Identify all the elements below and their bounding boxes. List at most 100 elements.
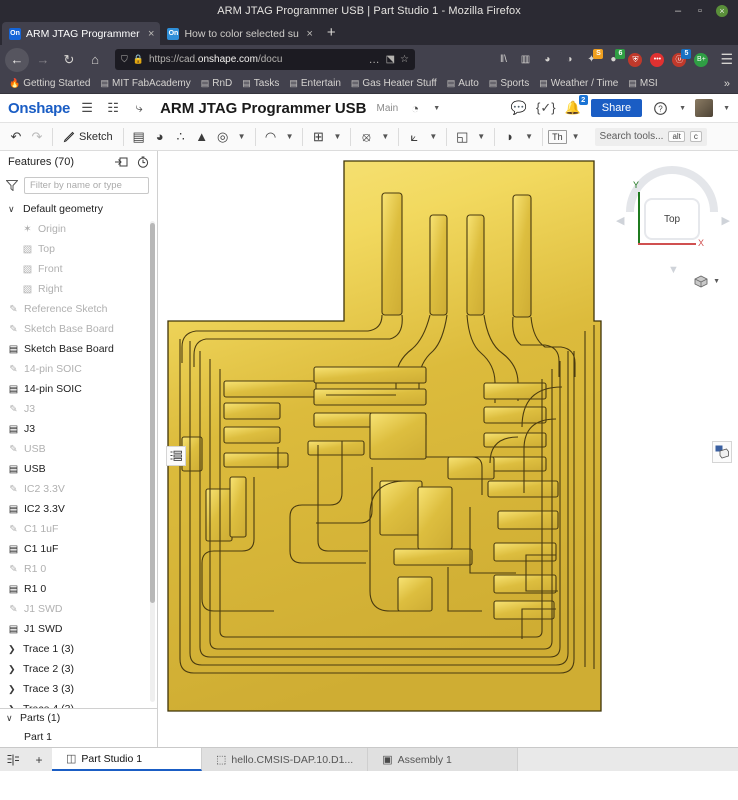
view-cube-home-button[interactable]: ▼ xyxy=(694,275,720,288)
feature-item-sketch-c1-1uf[interactable]: ✎ C1 1uF xyxy=(0,519,157,539)
feature-list-toggle-button[interactable] xyxy=(166,446,186,466)
onshape-logo[interactable]: Onshape xyxy=(8,100,70,117)
chevron-down-icon[interactable]: ∨ xyxy=(8,204,18,215)
hamburger-menu-icon[interactable]: ☰ xyxy=(78,99,96,117)
extrude-tool-icon[interactable]: ▤ xyxy=(129,126,149,148)
browser-tab-2[interactable]: On How to color selected surf × xyxy=(160,22,318,45)
bookmark-star-icon[interactable]: ☆ xyxy=(400,54,409,65)
feature-item-extrude-14pin-soic[interactable]: ▤ 14-pin SOIC xyxy=(0,379,157,399)
home-icon[interactable]: ⌂ xyxy=(83,48,107,72)
address-bar[interactable]: ⛉ 🔒 https://cad.onshape.com/docu … ⬔ ☆ xyxy=(115,49,415,70)
browser-tab-1[interactable]: On ARM JTAG Programmer US × xyxy=(2,22,161,45)
insert-branch-icon[interactable]: ⤷ xyxy=(130,99,148,117)
feature-item-sketch-r1-0[interactable]: ✎ R1 0 xyxy=(0,559,157,579)
page-actions-icon[interactable]: … xyxy=(369,54,381,66)
feature-item-extrude-base-board[interactable]: ▤ Sketch Base Board xyxy=(0,339,157,359)
feature-item-default-geometry[interactable]: ∨ Default geometry xyxy=(0,199,157,219)
chevron-right-icon[interactable]: ❯ xyxy=(8,704,18,709)
tab-manager-icon[interactable] xyxy=(0,748,26,771)
undo-icon[interactable]: ↶ xyxy=(6,126,26,148)
add-tab-button[interactable]: + xyxy=(26,748,52,771)
grammarly-icon[interactable]: B+ xyxy=(692,51,710,69)
chevron-down-icon[interactable]: ∨ xyxy=(6,713,16,724)
parts-header[interactable]: ∨ Parts (1) xyxy=(0,709,157,727)
feature-item-extrude-j3[interactable]: ▤ J3 xyxy=(0,419,157,439)
shell-chevron-down-icon[interactable]: ▼ xyxy=(473,132,489,141)
draft-chevron-down-icon[interactable]: ▼ xyxy=(425,132,441,141)
feature-item-trace-1[interactable]: ❯ Trace 1 (3) xyxy=(0,639,157,659)
account-icon[interactable]: ◕ xyxy=(538,51,556,69)
feature-item-top[interactable]: ▧ Top xyxy=(0,239,157,259)
feature-item-sketch-ic2-3v3[interactable]: ✎ IC2 3.3V xyxy=(0,479,157,499)
boolean-tool-icon[interactable]: ⦻ xyxy=(356,126,376,148)
branch-label[interactable]: Main xyxy=(377,103,399,114)
filter-funnel-icon[interactable] xyxy=(6,179,18,191)
extension-6-icon[interactable]: ● 6 xyxy=(604,48,626,69)
dark-reader-icon[interactable]: ◑ xyxy=(560,51,578,69)
feature-item-sketch-base-board[interactable]: ✎ Sketch Base Board xyxy=(0,319,157,339)
fillet-tool-icon[interactable]: ◠ xyxy=(261,126,281,148)
feature-item-right[interactable]: ▧ Right xyxy=(0,279,157,299)
feature-item-sketch-j1-swd[interactable]: ✎ J1 SWD xyxy=(0,599,157,619)
pattern-tool-icon[interactable]: ⊞ xyxy=(308,126,328,148)
chevron-right-icon[interactable]: ❯ xyxy=(8,684,18,695)
hole-chevron-down-icon[interactable]: ▼ xyxy=(234,132,250,141)
search-tools-input[interactable]: Search tools... alt c xyxy=(594,127,707,146)
shell-tool-icon[interactable]: ◱ xyxy=(452,126,472,148)
bookmark-rnd[interactable]: ▤ RnD xyxy=(197,77,237,90)
thicken-tool-icon[interactable]: Th xyxy=(548,129,567,144)
fillet-chevron-down-icon[interactable]: ▼ xyxy=(282,132,298,141)
sweep-tool-icon[interactable]: ∴ xyxy=(171,126,191,148)
bookmark-mit-fabacademy[interactable]: ▤ MIT FabAcademy xyxy=(96,77,194,90)
feature-item-trace-2[interactable]: ❯ Trace 2 (3) xyxy=(0,659,157,679)
new-tab-button[interactable]: + xyxy=(319,24,344,43)
share-button[interactable]: Share xyxy=(590,99,643,117)
feature-item-extrude-j1-swd[interactable]: ▤ J1 SWD xyxy=(0,619,157,639)
feature-item-sketch-usb[interactable]: ✎ USB xyxy=(0,439,157,459)
hole-tool-icon[interactable]: ◎ xyxy=(213,126,233,148)
element-tab-hello-cmsis-dap[interactable]: ⬚ hello.CMSIS-DAP.10.D1... xyxy=(202,748,369,771)
bookmark-auto[interactable]: ▤ Auto xyxy=(443,77,483,90)
close-button[interactable]: × xyxy=(716,5,728,17)
checkup-icon[interactable]: {✓} xyxy=(536,99,556,117)
bookmark-msi[interactable]: ▤ MSI xyxy=(624,77,661,90)
tracking-shield-icon[interactable]: ⛉ xyxy=(121,54,128,65)
display-state-button[interactable] xyxy=(712,441,732,463)
feature-item-sketch-j3[interactable]: ✎ J3 xyxy=(0,399,157,419)
sidebar-icon[interactable]: ▥ xyxy=(516,51,534,69)
revolve-tool-icon[interactable]: ◕ xyxy=(150,126,170,148)
part-item-part-1[interactable]: Part 1 xyxy=(0,727,157,747)
browser-tab-1-close-icon[interactable]: × xyxy=(148,28,154,40)
view-cube-arrow-left-icon[interactable]: ◀ xyxy=(616,214,624,227)
feature-item-extrude-c1-1uf[interactable]: ▤ C1 1uF xyxy=(0,539,157,559)
feature-item-extrude-ic2-3v3[interactable]: ▤ IC2 3.3V xyxy=(0,499,157,519)
view-cube-face[interactable]: Top xyxy=(644,198,700,240)
bookmark-sports[interactable]: ▤ Sports xyxy=(485,77,533,90)
menu-dots-extension-icon[interactable]: ••• xyxy=(648,51,666,69)
thicken-chevron-down-icon[interactable]: ▼ xyxy=(568,132,584,141)
bookmark-entertain[interactable]: ▤ Entertain xyxy=(285,77,345,90)
version-tree-icon[interactable]: ☷ xyxy=(104,99,122,117)
notifications-bell-icon[interactable]: 🔔 2 xyxy=(564,95,588,117)
restore-button[interactable]: ▫ xyxy=(694,5,706,17)
forward-icon[interactable]: → xyxy=(31,48,55,72)
feature-item-trace-4[interactable]: ❯ Trace 4 (3) xyxy=(0,699,157,708)
feature-item-extrude-r1-0[interactable]: ▤ R1 0 xyxy=(0,579,157,599)
chevron-right-icon[interactable]: ❯ xyxy=(8,664,18,675)
bookmark-gas-heater-stuff[interactable]: ▤ Gas Heater Stuff xyxy=(347,77,441,90)
sketch-button[interactable]: Sketch xyxy=(58,131,118,143)
boolean-chevron-down-icon[interactable]: ▼ xyxy=(377,132,393,141)
bookmark-getting-started[interactable]: 🔥 Getting Started xyxy=(5,77,94,90)
feature-item-extrude-usb[interactable]: ▤ USB xyxy=(0,459,157,479)
help-icon[interactable]: ? xyxy=(651,99,669,117)
view-cube-arrow-right-icon[interactable]: ▶ xyxy=(722,214,730,227)
transform-tool-icon[interactable]: ◗ xyxy=(500,126,520,148)
page-title[interactable]: ARM JTAG Programmer USB xyxy=(160,100,366,117)
view-cube[interactable]: Top Y X ◀ ▶ ▼ ▼ xyxy=(616,166,730,288)
filter-input[interactable]: Filter by name or type xyxy=(24,176,149,194)
reload-icon[interactable]: ↻ xyxy=(57,48,81,72)
browser-menu-icon[interactable]: ☰ xyxy=(714,51,733,68)
globe-chevron-down-icon[interactable]: ▼ xyxy=(433,105,440,112)
feature-item-trace-3[interactable]: ❯ Trace 3 (3) xyxy=(0,679,157,699)
bookmark-tasks[interactable]: ▤ Tasks xyxy=(238,77,283,90)
